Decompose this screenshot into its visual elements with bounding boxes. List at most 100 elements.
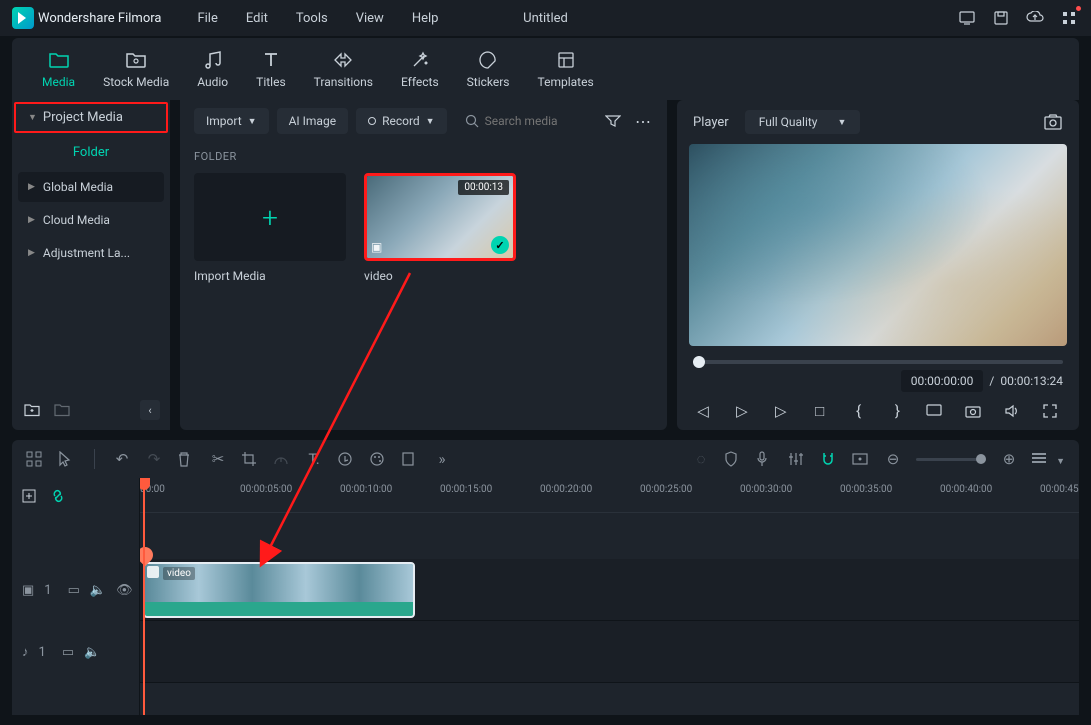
mic-icon[interactable]: [756, 451, 774, 467]
filter-icon[interactable]: [603, 111, 623, 131]
folder-heading[interactable]: Folder: [12, 135, 170, 168]
player-label: Player: [693, 115, 729, 130]
mute-icon[interactable]: 🔈: [84, 645, 100, 660]
timeline-tracks[interactable]: 00:0000:00:05:0000:00:10:0000:00:15:0000…: [140, 478, 1079, 715]
timeline-clip[interactable]: video: [143, 562, 415, 618]
video-track-header[interactable]: ▣1 ▭ 🔈 👁: [12, 559, 139, 621]
search-input[interactable]: [485, 114, 595, 128]
record-dropdown[interactable]: Record▼: [356, 108, 447, 134]
sticker-icon: [478, 49, 498, 71]
toolbar-grid-icon[interactable]: [26, 451, 44, 467]
sidebar-item-global-media[interactable]: ▶Global Media: [18, 172, 164, 202]
zoom-slider[interactable]: [916, 458, 986, 461]
menu-edit[interactable]: Edit: [234, 7, 280, 30]
sidebar-item-cloud-media[interactable]: ▶Cloud Media: [18, 205, 164, 235]
more-options-icon[interactable]: ⋯: [633, 111, 653, 131]
save-icon[interactable]: [991, 8, 1011, 28]
view-list-icon[interactable]: [1032, 452, 1050, 467]
ai-image-button[interactable]: AI Image: [277, 108, 348, 134]
timeline-ruler[interactable]: 00:0000:00:05:0000:00:10:0000:00:15:0000…: [140, 478, 1079, 513]
mask-icon[interactable]: [401, 451, 419, 467]
ruler-tick: 00:00:15:00: [440, 484, 492, 495]
marker-dot-icon[interactable]: ◌: [692, 450, 710, 468]
select-tool-icon[interactable]: [58, 451, 76, 467]
media-type-icon: ▣: [371, 240, 382, 254]
fullscreen-icon[interactable]: [1043, 404, 1063, 418]
project-sidebar: ▼Project Media Folder ▶Global Media ▶Clo…: [12, 100, 170, 430]
menu-help[interactable]: Help: [400, 7, 451, 30]
audio-track-header[interactable]: ♪1 ▭ 🔈: [12, 621, 139, 683]
menu-view[interactable]: View: [344, 7, 396, 30]
mixer-icon[interactable]: [788, 452, 806, 466]
mark-out-icon[interactable]: }: [887, 402, 907, 420]
play-backward-button[interactable]: ▷: [732, 402, 752, 420]
tab-templates[interactable]: Templates: [538, 49, 594, 89]
video-viewport[interactable]: [689, 144, 1067, 346]
frame-icon[interactable]: [852, 453, 870, 465]
undo-icon[interactable]: ↶: [113, 450, 131, 468]
tab-media[interactable]: Media: [42, 49, 75, 89]
display-settings-icon[interactable]: [926, 404, 946, 418]
display-icon[interactable]: [957, 8, 977, 28]
lock-icon[interactable]: ▭: [68, 583, 80, 598]
new-folder-icon[interactable]: [22, 400, 42, 420]
add-track-icon[interactable]: [22, 489, 36, 503]
play-button[interactable]: ▷: [771, 402, 791, 420]
cloud-upload-icon[interactable]: [1025, 8, 1045, 28]
playhead[interactable]: [143, 478, 145, 715]
zoom-in-icon[interactable]: ⊕: [1000, 450, 1018, 468]
record-dot-icon: [368, 117, 376, 125]
tab-audio[interactable]: Audio: [197, 49, 228, 89]
import-dropdown[interactable]: Import▼: [194, 108, 269, 134]
menubar: Wondershare Filmora File Edit Tools View…: [0, 0, 1091, 36]
mute-icon[interactable]: 🔈: [90, 583, 106, 598]
split-scissors-icon[interactable]: ✂: [209, 450, 227, 468]
quality-dropdown[interactable]: Full Quality▼: [745, 110, 861, 134]
chevron-down-icon: ▼: [426, 116, 435, 127]
audio-track-icon: ♪: [22, 644, 29, 660]
zoom-out-icon[interactable]: ⊖: [884, 450, 902, 468]
keyframe-icon[interactable]: [337, 451, 355, 467]
preview-player: Player Full Quality▼ 00:00:00:00 / 00:00…: [677, 100, 1079, 430]
player-scrubber[interactable]: [693, 360, 1063, 364]
music-note-icon: [204, 49, 222, 71]
tab-transitions[interactable]: Transitions: [314, 49, 373, 89]
tab-stickers[interactable]: Stickers: [467, 49, 510, 89]
lock-icon[interactable]: ▭: [62, 645, 74, 660]
menu-file[interactable]: File: [185, 7, 229, 30]
camera-icon[interactable]: [965, 404, 985, 418]
redo-icon[interactable]: ↷: [145, 450, 163, 468]
color-icon[interactable]: [369, 451, 387, 467]
magnet-snap-icon[interactable]: [820, 451, 838, 467]
link-icon[interactable]: [50, 488, 66, 504]
zoom-slider-handle[interactable]: [976, 454, 986, 464]
crop-icon[interactable]: [241, 451, 259, 467]
collapse-sidebar-button[interactable]: ‹: [140, 400, 160, 420]
mark-in-icon[interactable]: {: [849, 402, 869, 420]
sidebar-item-project-media[interactable]: ▼Project Media: [14, 102, 168, 133]
audio-track-row[interactable]: [140, 621, 1079, 683]
visibility-icon[interactable]: 👁: [116, 583, 133, 598]
text-tool-icon[interactable]: T.: [305, 450, 323, 468]
stop-button[interactable]: □: [810, 402, 830, 420]
tab-titles[interactable]: Titles: [256, 49, 285, 89]
chevron-down-icon[interactable]: ▼: [1056, 452, 1065, 467]
prev-frame-button[interactable]: ◁: [693, 402, 713, 420]
sidebar-item-adjustment-layer[interactable]: ▶Adjustment La...: [18, 238, 164, 268]
menu-tools[interactable]: Tools: [284, 7, 340, 30]
tab-effects[interactable]: Effects: [401, 49, 439, 89]
speed-icon[interactable]: [273, 452, 291, 466]
apps-grid-icon[interactable]: [1059, 8, 1079, 28]
tab-stock-media[interactable]: Stock Media: [103, 49, 169, 89]
folder-icon[interactable]: [52, 400, 72, 420]
import-media-tile[interactable]: +: [194, 173, 346, 261]
volume-icon[interactable]: [1004, 403, 1024, 419]
snapshot-icon[interactable]: [1043, 112, 1063, 132]
scrubber-handle[interactable]: [693, 356, 705, 368]
shield-icon[interactable]: [724, 451, 742, 467]
wand-icon: [410, 49, 430, 71]
more-tools-icon[interactable]: »: [433, 450, 451, 468]
video-track-row[interactable]: video: [140, 559, 1079, 621]
media-clip-thumbnail[interactable]: 00:00:13 ▣ ✓: [364, 173, 516, 261]
delete-icon[interactable]: [177, 451, 195, 467]
